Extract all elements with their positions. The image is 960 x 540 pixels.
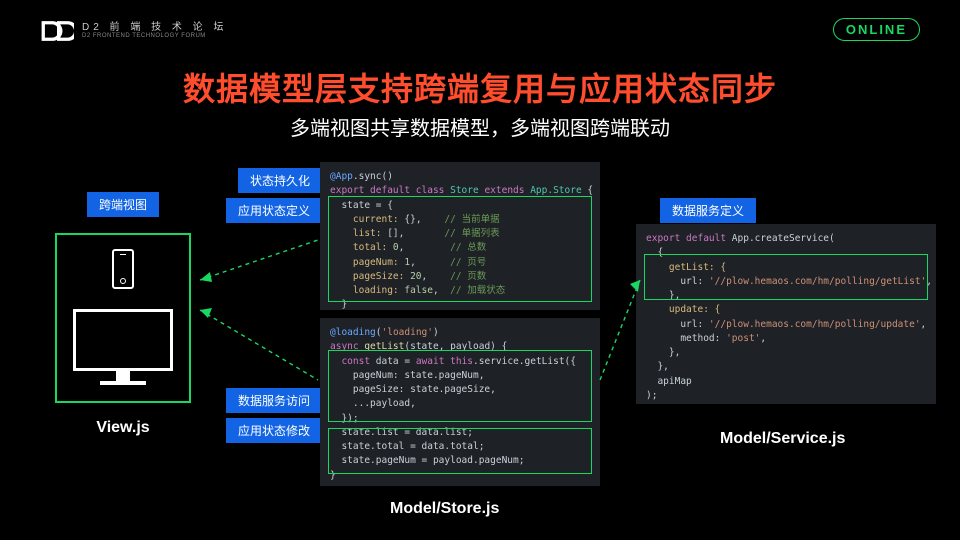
service-label: Model/Service.js — [720, 430, 845, 448]
tag-app-state-def: 应用状态定义 — [226, 198, 322, 223]
view-label: View.js — [96, 419, 149, 437]
view-column: 跨端视图 View.js — [48, 192, 198, 437]
logo-text-en: D2 FRONTEND TECHNOLOGY FORUM — [82, 33, 227, 39]
device-group — [55, 233, 191, 403]
tag-cross-end-view: 跨端视图 — [87, 192, 159, 217]
store-code-top: @App.sync() export default class Store e… — [320, 162, 600, 310]
slide-subtitle: 多端视图共享数据模型，多端视图跨端联动 — [0, 112, 960, 141]
header-logo: D2 前 端 技 术 论 坛 D2 FRONTEND TECHNOLOGY FO… — [40, 20, 227, 42]
phone-icon — [112, 249, 134, 289]
tag-app-state-modify: 应用状态修改 — [226, 418, 322, 443]
store-code-bottom: @loading('loading') async getList(state,… — [320, 318, 600, 486]
monitor-icon — [73, 309, 173, 385]
d2-logo-icon — [40, 20, 74, 42]
tag-data-service-access: 数据服务访问 — [226, 388, 322, 413]
online-badge: ONLINE — [833, 18, 920, 41]
service-code: export default App.createService( { getL… — [636, 224, 936, 404]
store-label: Model/Store.js — [390, 500, 499, 518]
tag-data-service-def: 数据服务定义 — [660, 198, 756, 223]
logo-text-cn: D2 前 端 技 术 论 坛 — [82, 23, 227, 33]
slide-title: 数据模型层支持跨端复用与应用状态同步 — [0, 64, 960, 110]
tag-state-persist: 状态持久化 — [238, 168, 322, 193]
